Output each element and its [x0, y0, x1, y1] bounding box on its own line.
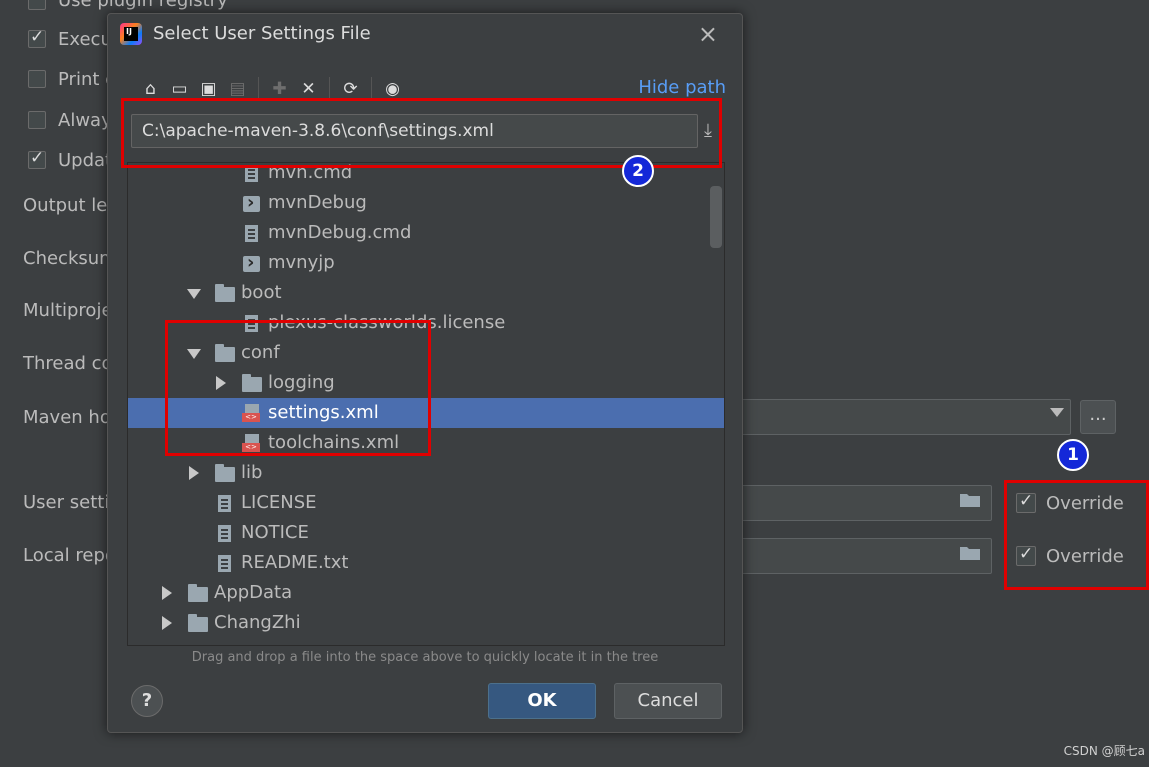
- ok-button[interactable]: OK: [488, 683, 596, 719]
- maven-home-combobox[interactable]: [700, 399, 1071, 435]
- checksum-policy-label: Checksum: [23, 248, 117, 269]
- print-exception-checkbox[interactable]: [28, 70, 46, 88]
- folder-icon: [188, 614, 208, 632]
- folder-open-icon[interactable]: [959, 545, 981, 561]
- update-indices-label: Updat: [58, 150, 113, 171]
- tree-item-label: README.txt: [241, 552, 349, 573]
- annotation-box-conf: [165, 320, 431, 456]
- annotation-box-override: [1004, 480, 1149, 590]
- cancel-button[interactable]: Cancel: [614, 683, 722, 719]
- tree-item-label: NOTICE: [241, 522, 309, 543]
- tree-item-label: AppData: [214, 582, 293, 603]
- chevron-right-icon[interactable]: [162, 616, 172, 630]
- maven-home-browse-button[interactable]: ...: [1080, 400, 1116, 434]
- tree-item-label: mvnDebug.cmd: [268, 222, 412, 243]
- thread-count-label: Thread co: [23, 353, 113, 374]
- dialog-title-bar: IJ Select User Settings File ×: [108, 14, 742, 56]
- tree-item-appdata[interactable]: AppData: [128, 578, 724, 608]
- update-indices-checkbox[interactable]: [28, 148, 46, 169]
- drag-drop-hint: Drag and drop a file into the space abov…: [191, 650, 659, 665]
- folder-icon: [215, 284, 235, 302]
- dialog-title: Select User Settings File: [153, 23, 371, 44]
- execute-goals-checkbox[interactable]: [28, 27, 46, 48]
- file-icon: [245, 225, 258, 242]
- output-level-label: Output le: [23, 195, 108, 216]
- tree-item-label: mvnDebug: [268, 192, 367, 213]
- multiproject-label: Multiproje: [23, 300, 113, 321]
- tree-item-boot[interactable]: boot: [128, 278, 724, 308]
- execute-goals-label: Execu: [58, 29, 112, 50]
- tree-item-mvndebug[interactable]: mvnDebug: [128, 188, 724, 218]
- intellij-icon: IJ: [120, 23, 142, 45]
- tree-item-mvnyjp[interactable]: mvnyjp: [128, 248, 724, 278]
- chevron-right-icon[interactable]: [162, 586, 172, 600]
- local-repo-field[interactable]: [700, 538, 992, 574]
- executable-icon: [243, 248, 260, 278]
- tree-item-lib[interactable]: lib: [128, 458, 724, 488]
- tree-item-mvndebug-cmd[interactable]: mvnDebug.cmd: [128, 218, 724, 248]
- use-plugin-registry-label: Use plugin registry: [58, 0, 228, 11]
- user-settings-field[interactable]: [700, 485, 992, 521]
- help-button[interactable]: ?: [131, 685, 163, 717]
- tree-item-label: LICENSE: [241, 492, 317, 513]
- tree-item-license[interactable]: LICENSE: [128, 488, 724, 518]
- annotation-badge-2: 2: [622, 155, 654, 187]
- file-icon: [218, 495, 231, 512]
- tree-item-label: lib: [241, 462, 263, 483]
- tree-item-label: boot: [241, 282, 282, 303]
- tree-item-label: mvnyjp: [268, 252, 335, 273]
- tree-item-notice[interactable]: NOTICE: [128, 518, 724, 548]
- hide-path-link[interactable]: Hide path: [638, 77, 726, 98]
- tree-scrollbar[interactable]: [710, 186, 722, 248]
- use-plugin-registry-checkbox[interactable]: [28, 0, 46, 10]
- file-icon: [218, 525, 231, 542]
- watermark: CSDN @顾七a: [1063, 744, 1145, 758]
- tree-item-label: ChangZhi: [214, 612, 301, 633]
- folder-open-icon[interactable]: [959, 492, 981, 508]
- tree-item-changzhi[interactable]: ChangZhi: [128, 608, 724, 638]
- folder-icon: [215, 464, 235, 482]
- folder-icon: [188, 584, 208, 602]
- executable-icon: [243, 188, 260, 218]
- always-update-checkbox[interactable]: [28, 111, 46, 129]
- tree-item-readme[interactable]: README.txt: [128, 548, 724, 578]
- file-icon: [218, 555, 231, 572]
- chevron-right-icon[interactable]: [189, 466, 199, 480]
- chevron-down-icon: [1050, 408, 1064, 417]
- local-repo-label: Local repo: [23, 545, 116, 566]
- maven-home-label: Maven ho: [23, 407, 111, 428]
- close-icon[interactable]: ×: [698, 20, 718, 48]
- always-update-label: Alway: [58, 110, 112, 131]
- chevron-down-icon[interactable]: [187, 289, 201, 299]
- annotation-badge-1: 1: [1057, 439, 1089, 471]
